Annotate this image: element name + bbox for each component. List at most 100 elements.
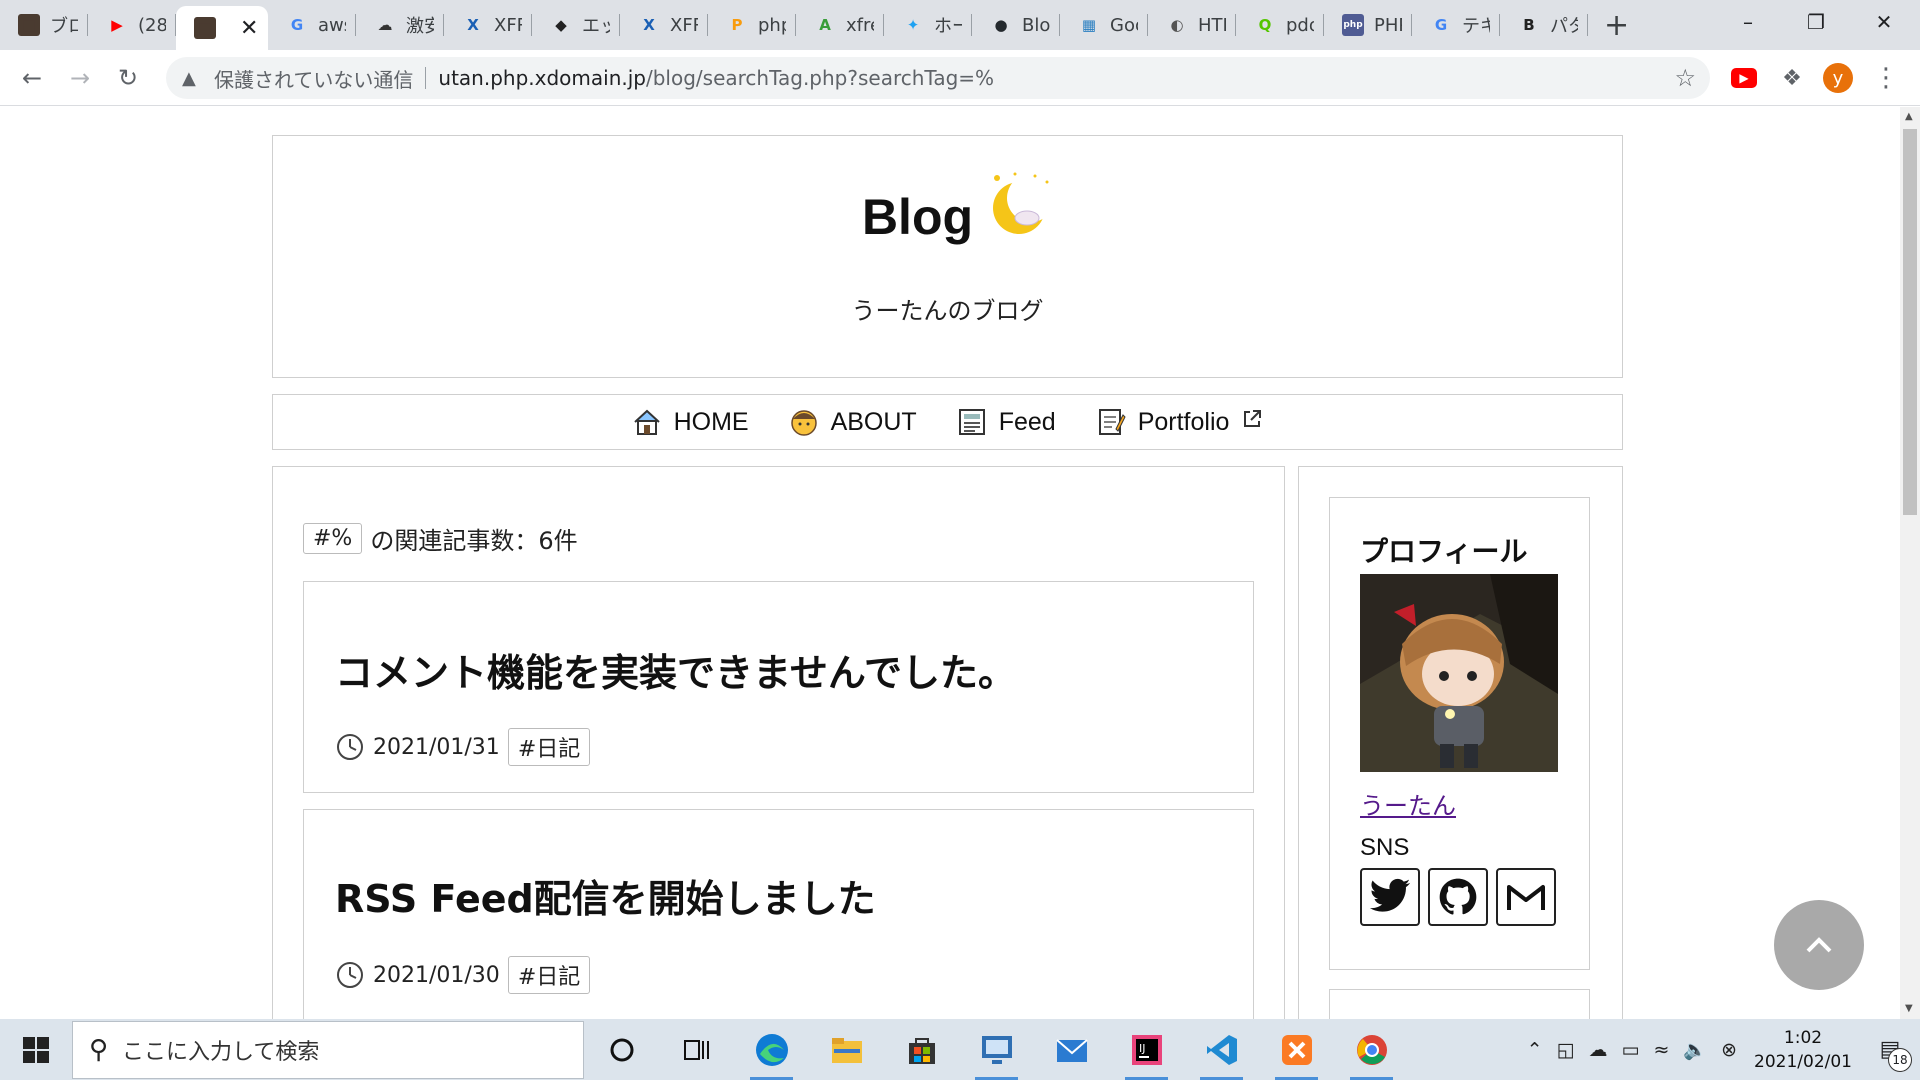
tab[interactable]: ✦ ホー xyxy=(884,0,972,50)
tab-title: 激安 xyxy=(406,16,434,37)
intellij-icon[interactable]: IJ xyxy=(1109,1019,1184,1080)
wifi-icon[interactable]: ≈ xyxy=(1654,1039,1670,1061)
google-icon: G xyxy=(290,16,304,34)
close-tab-icon[interactable]: ✕ xyxy=(240,16,258,41)
site-title[interactable]: Blog xyxy=(273,188,1622,246)
main-content: #% の関連記事数：6件 コメント機能を実装できませんでした。 2021/01/… xyxy=(272,466,1285,1019)
tab[interactable]: Gaws xyxy=(268,0,356,50)
twitter-icon: ✦ xyxy=(906,16,920,34)
grid-icon: ▦ xyxy=(1081,16,1097,34)
minimize-button[interactable]: – xyxy=(1714,0,1782,44)
page-scrollbar[interactable]: ▲ ▼ xyxy=(1900,107,1920,1019)
tab[interactable]: ● Blo xyxy=(972,0,1060,50)
scroll-to-top-button[interactable] xyxy=(1774,900,1864,990)
post-card[interactable]: コメント機能を実装できませんでした。 2021/01/31 #日記 xyxy=(303,581,1254,793)
tab-title: XFR xyxy=(670,14,698,36)
forward-arrow-icon[interactable]: → xyxy=(60,58,100,98)
tab-title: ブロ xyxy=(50,16,78,37)
nav-home[interactable]: HOME xyxy=(632,407,749,437)
edge-icon[interactable] xyxy=(734,1019,809,1080)
meet-now-icon[interactable]: ◱ xyxy=(1557,1039,1575,1061)
tab[interactable]: G テキ xyxy=(1412,0,1500,50)
vscode-icon[interactable] xyxy=(1184,1019,1259,1080)
nav-feed[interactable]: Feed xyxy=(957,407,1056,437)
taskbar-search-box[interactable]: ⚲ ここに入力して検索 xyxy=(72,1020,584,1079)
tab[interactable]: ■ ブロ xyxy=(0,0,88,50)
tab[interactable]: Pphp xyxy=(708,0,796,50)
github-icon: ● xyxy=(994,16,1008,34)
profile-avatar[interactable]: y xyxy=(1818,58,1858,98)
tab[interactable]: ▶ (28) xyxy=(88,0,176,50)
post-tag[interactable]: #日記 xyxy=(507,956,591,994)
xampp-icon[interactable] xyxy=(1259,1019,1334,1080)
file-explorer-icon[interactable] xyxy=(809,1019,884,1080)
frog-icon: A xyxy=(819,16,831,34)
task-view-icon[interactable] xyxy=(659,1019,734,1080)
nav-portfolio[interactable]: Portfolio xyxy=(1096,407,1264,437)
maximize-button[interactable]: ❐ xyxy=(1782,0,1850,44)
tab[interactable]: Qpdo xyxy=(1236,0,1324,50)
tab[interactable]: ☁ 激安 xyxy=(356,0,444,50)
twitter-icon[interactable] xyxy=(1360,868,1420,926)
tab-title: xfre xyxy=(846,14,874,36)
scrollbar-thumb[interactable] xyxy=(1903,129,1917,515)
tab[interactable]: X XFR xyxy=(444,0,532,50)
github-icon[interactable] xyxy=(1428,868,1488,926)
site-header: Blog うーたんのブログ xyxy=(272,135,1623,378)
post-card[interactable]: RSS Feed配信を開始しました 2021/01/30 #日記 xyxy=(303,809,1254,1019)
divider xyxy=(425,67,427,89)
new-tab-button[interactable]: + xyxy=(1604,0,1629,50)
ime-icon[interactable]: ⊗ xyxy=(1721,1039,1737,1061)
address-bar[interactable]: ▲ 保護されていない通信 utan.php.xdomain.jp /blog/s… xyxy=(166,57,1710,99)
cortana-icon[interactable] xyxy=(584,1019,659,1080)
battery-icon[interactable]: ▭ xyxy=(1622,1039,1640,1061)
gmail-icon[interactable] xyxy=(1496,868,1556,926)
nav-about[interactable]: ABOUT xyxy=(789,407,917,437)
bookmark-star-icon[interactable]: ☆ xyxy=(1674,64,1696,92)
notification-icon[interactable]: ▤ 18 xyxy=(1870,1037,1912,1072)
browser-toolbar: ← → ↻ ▲ 保護されていない通信 utan.php.xdomain.jp /… xyxy=(0,50,1920,106)
youtube-extension-icon[interactable]: ▶ xyxy=(1724,58,1764,98)
scroll-down-arrow-icon[interactable]: ▼ xyxy=(1905,1003,1913,1014)
remote-desktop-icon[interactable] xyxy=(959,1019,1034,1080)
clock-icon xyxy=(335,732,365,762)
mail-icon[interactable] xyxy=(1034,1019,1109,1080)
diamond-icon: ◆ xyxy=(555,16,567,34)
chrome-icon[interactable] xyxy=(1334,1019,1409,1080)
sns-label: SNS xyxy=(1360,834,1410,861)
tab[interactable]: Axfre xyxy=(796,0,884,50)
taskbar-clock[interactable]: 1:02 2021/02/01 xyxy=(1754,1026,1852,1074)
tab[interactable]: ◐ HTM xyxy=(1148,0,1236,50)
tab[interactable]: ▦ Goo xyxy=(1060,0,1148,50)
post-title[interactable]: コメント機能を実装できませんでした。 xyxy=(335,642,1016,697)
onedrive-error-icon[interactable]: ☁ xyxy=(1589,1039,1608,1061)
extensions-puzzle-icon[interactable]: ❖ xyxy=(1772,58,1812,98)
tab[interactable]: B パタ xyxy=(1500,0,1588,50)
google-icon: G xyxy=(1434,16,1448,34)
clock-icon xyxy=(335,960,365,990)
profile-name-link[interactable]: うーたん xyxy=(1360,786,1456,821)
post-tag[interactable]: #日記 xyxy=(507,728,591,766)
svg-text:IJ: IJ xyxy=(1139,1042,1146,1055)
tab[interactable]: php PHP xyxy=(1324,0,1412,50)
tab[interactable]: X XFR xyxy=(620,0,708,50)
tab-title: php xyxy=(758,14,786,36)
reload-icon[interactable]: ↻ xyxy=(108,58,148,98)
scroll-up-arrow-icon[interactable]: ▲ xyxy=(1905,111,1913,122)
warning-icon[interactable]: ▲ xyxy=(182,68,204,89)
post-title[interactable]: RSS Feed配信を開始しました xyxy=(335,868,876,923)
chevron-up-icon[interactable]: ⌃ xyxy=(1527,1039,1543,1061)
back-arrow-icon[interactable]: ← xyxy=(12,58,52,98)
search-tag[interactable]: #% xyxy=(303,523,363,554)
profile-heading: プロフィール xyxy=(1360,535,1528,568)
volume-icon[interactable]: 🔈 xyxy=(1683,1038,1707,1061)
close-window-button[interactable]: ✕ xyxy=(1850,0,1918,44)
tab-title: Blo xyxy=(1022,14,1050,36)
xfree-icon: X xyxy=(467,16,479,34)
menu-kebab-icon[interactable]: ⋮ xyxy=(1866,58,1906,98)
tab[interactable]: ◆ エッ xyxy=(532,0,620,50)
windows-start-icon[interactable] xyxy=(0,1019,72,1080)
store-icon[interactable] xyxy=(884,1019,959,1080)
external-link-icon xyxy=(1241,408,1263,437)
tab-active[interactable]: ■ ✕ xyxy=(176,6,268,50)
